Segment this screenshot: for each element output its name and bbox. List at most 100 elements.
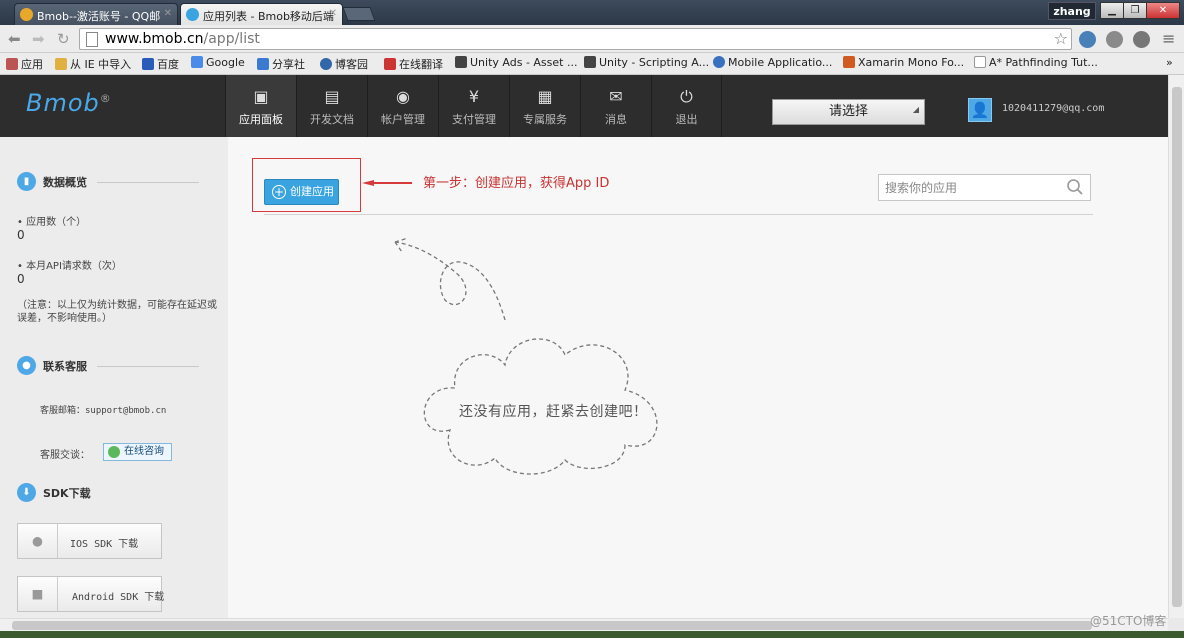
restore-button[interactable]: ❐	[1123, 2, 1147, 19]
apps-grid-icon	[6, 58, 18, 70]
search-box[interactable]	[878, 174, 1091, 201]
vertical-scrollbar[interactable]	[1168, 75, 1184, 618]
empty-state-message: 还没有应用，赶紧去创建吧！	[459, 404, 648, 420]
yen-icon: ¥	[468, 87, 480, 106]
stats-note: （注意：以上仅为统计数据，可能存在延迟或误差，不影响使用。）	[17, 300, 217, 324]
bookmark-apps[interactable]: 应用	[6, 56, 43, 72]
support-email: 客服邮箱：support@bmob.cn	[40, 406, 167, 416]
watermark: @51CTO博客	[1090, 614, 1167, 628]
apple-icon: ●	[18, 524, 58, 558]
nav-exclusive-service[interactable]: ▦ 专属服务	[509, 75, 580, 137]
xamarin-icon	[713, 56, 725, 68]
menu-icon[interactable]: ≡	[1162, 29, 1175, 48]
api-count-label: • 本月API请求数（次）	[17, 261, 122, 272]
nav-dev-docs[interactable]: ▤ 开发文档	[296, 75, 367, 137]
bookmark-item[interactable]: Unity - Scripting A...	[584, 56, 709, 69]
plus-icon: +	[272, 185, 286, 199]
tab-title: 应用列表 - Bmob移动后端	[203, 10, 334, 23]
share-icon	[257, 58, 269, 70]
bookmark-item[interactable]: Xamarin Mono Fo...	[843, 56, 964, 69]
online-consult-button[interactable]: 在线咨询	[103, 443, 172, 461]
caret-icon: ◢	[912, 105, 919, 114]
nav-payment[interactable]: ¥ 支付管理	[438, 75, 509, 137]
android-sdk-download-button[interactable]: ■ Android SDK 下载	[17, 576, 164, 612]
url-text[interactable]: www.bmob.cn/app/list	[105, 31, 260, 47]
bookmarks-bar: 应用 从 IE 中导入 百度 Google 分享社 博客园 在线翻译 Unity…	[0, 53, 1184, 75]
browser-titlebar: Bmob--激活账号 - QQ邮 ✕ 应用列表 - Bmob移动后端 ✕ zha…	[0, 0, 1184, 25]
divider	[264, 214, 1093, 215]
new-tab-button[interactable]	[342, 7, 376, 21]
folder-icon	[55, 58, 67, 70]
window-icon: ▣	[253, 87, 269, 106]
translate-icon	[384, 58, 396, 70]
reload-icon[interactable]: ↻	[57, 30, 70, 48]
nav-app-panel[interactable]: ▣ 应用面板	[225, 75, 296, 137]
page-icon	[974, 56, 986, 68]
stats-section-header: ▮ 数据概览	[17, 172, 207, 192]
bookmark-item[interactable]: A* Pathfinding Tut...	[974, 56, 1098, 69]
contact-section-header: ● 联系客服	[17, 356, 207, 376]
tab-qqmail[interactable]: Bmob--激活账号 - QQ邮 ✕	[14, 3, 178, 25]
avatar[interactable]: 👤	[968, 98, 992, 122]
scroll-thumb[interactable]	[1172, 87, 1182, 607]
xamarin-forum-icon	[843, 56, 855, 68]
unity-icon	[455, 56, 467, 68]
main-content	[228, 137, 1168, 618]
qq-icon	[108, 446, 120, 458]
baidu-icon	[142, 58, 154, 70]
bookmark-item[interactable]: Mobile Applicatio...	[713, 56, 832, 69]
back-icon[interactable]: ⬅	[8, 30, 21, 48]
bookmark-star-icon[interactable]: ☆	[1054, 29, 1068, 48]
app-select[interactable]: 请选择 ◢	[772, 99, 925, 125]
close-icon[interactable]: ✕	[329, 8, 337, 19]
os-taskbar	[0, 631, 1184, 638]
bookmarks-overflow[interactable]: »	[1166, 56, 1173, 69]
chrome-icon	[20, 8, 33, 21]
user-icon: ◉	[396, 87, 410, 106]
google-icon	[191, 56, 203, 68]
nav-account[interactable]: ◉ 帐户管理	[367, 75, 438, 137]
nav-messages[interactable]: ✉ 消息	[580, 75, 651, 137]
tab-title: Bmob--激活账号 - QQ邮	[37, 10, 161, 23]
extension-icon[interactable]	[1133, 31, 1150, 48]
address-bar[interactable]: www.bmob.cn/app/list ☆	[79, 28, 1072, 50]
nav-logout[interactable]: ⏻ 退出	[651, 75, 722, 137]
ios-sdk-download-button[interactable]: ● IOS SDK 下载	[17, 523, 162, 559]
power-icon: ⏻	[680, 87, 693, 106]
chart-icon: ▮	[17, 172, 36, 191]
page-icon	[86, 32, 98, 47]
bookmark-item[interactable]: 从 IE 中导入	[55, 56, 131, 72]
bookmark-item[interactable]: 百度	[142, 56, 179, 72]
forward-icon[interactable]: ➡	[32, 30, 45, 48]
divider	[97, 366, 199, 367]
bookmark-item[interactable]: Unity Ads - Asset ...	[455, 56, 577, 69]
empty-state-cloud-illustration	[394, 237, 658, 475]
bookmark-item[interactable]: Google	[191, 56, 245, 69]
bookmark-item[interactable]: 博客园	[320, 56, 368, 72]
bookmark-item[interactable]: 在线翻译	[384, 56, 443, 72]
tab-app-list[interactable]: 应用列表 - Bmob移动后端 ✕	[180, 3, 343, 25]
extension-icon[interactable]	[1079, 31, 1096, 48]
close-window-button[interactable]: ✕	[1146, 2, 1180, 19]
scroll-thumb[interactable]	[12, 621, 1092, 630]
browser-user-badge[interactable]: zhang	[1048, 2, 1096, 20]
app-count-label: • 应用数（个）	[17, 217, 87, 228]
minimize-button[interactable]: ▁	[1100, 2, 1124, 19]
bmob-favicon-icon	[186, 8, 199, 21]
user-email[interactable]: 1020411279@qq.com	[1002, 103, 1104, 114]
horizontal-scrollbar[interactable]	[0, 618, 1168, 631]
docs-icon: ▤	[324, 87, 340, 106]
bmob-logo[interactable]: Bmob®	[26, 89, 112, 117]
bookmark-item[interactable]: 分享社	[257, 56, 305, 72]
close-icon[interactable]: ✕	[164, 8, 172, 19]
app-count-value: 0	[17, 228, 25, 242]
site-header: Bmob® ▣ 应用面板 ▤ 开发文档 ◉ 帐户管理 ¥ 支付管理 ▦ 专属服务…	[0, 75, 1168, 137]
chat-label: 客服交谈：	[40, 450, 90, 461]
extension-icon[interactable]	[1106, 31, 1123, 48]
android-icon: ■	[18, 577, 58, 611]
annotation-arrow-icon	[362, 180, 412, 186]
search-icon[interactable]	[1066, 178, 1084, 196]
sdk-section-header: ⬇ SDK下载	[17, 483, 207, 503]
create-app-button[interactable]: + 创建应用	[264, 179, 339, 205]
search-input[interactable]	[880, 176, 1060, 199]
